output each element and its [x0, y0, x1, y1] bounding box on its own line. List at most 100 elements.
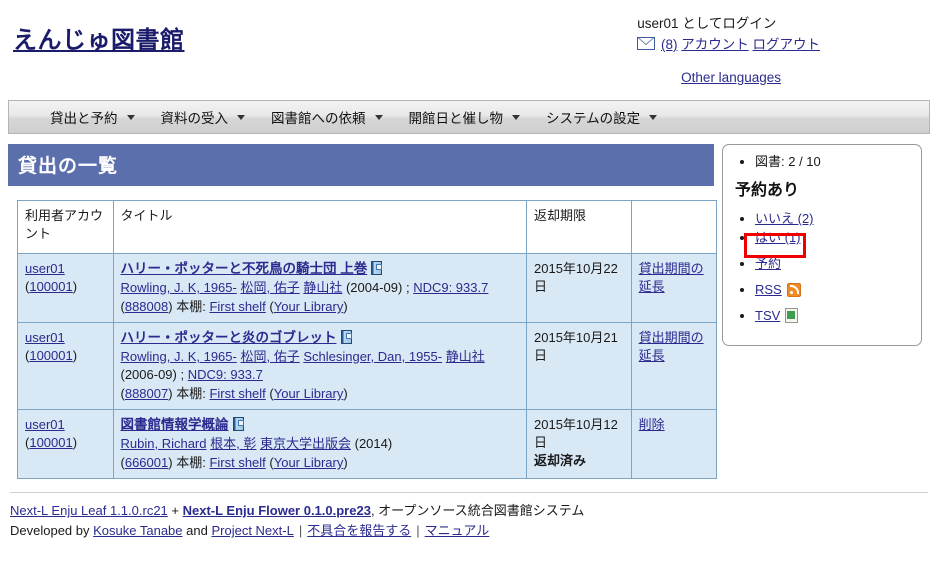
column-header-account: 利用者アカウント — [17, 200, 114, 254]
user-id-link[interactable]: 100001 — [29, 435, 72, 450]
sidebar-item-reservations[interactable]: 予約 — [755, 255, 911, 272]
user-id-link[interactable]: 100001 — [29, 279, 72, 294]
item-location: (888007) 本棚: First shelf (Your Library) — [120, 386, 348, 401]
filter-link-yes[interactable]: はい (1) — [755, 230, 801, 245]
library-link[interactable]: Your Library — [274, 386, 344, 401]
user-link[interactable]: user01 — [25, 417, 65, 432]
sidebar-filter-list: いいえ (2) はい (1) 予約 RSS TSV — [733, 210, 911, 324]
delete-link[interactable]: 削除 — [639, 417, 665, 432]
shelf-link[interactable]: First shelf — [209, 455, 265, 470]
main-navigation-bar: 貸出と予約 資料の受入 図書館への依頼 開館日と催し物 システムの設定 — [8, 100, 930, 134]
item-location: (888008) 本棚: First shelf (Your Library) — [120, 299, 348, 314]
author-link[interactable]: Rowling, J. K, 1965- — [121, 280, 237, 295]
user-id-wrapper: (100001) — [25, 279, 78, 294]
book-icon — [232, 417, 244, 431]
table-header-row: 利用者アカウント タイトル 返却期限 — [17, 200, 718, 254]
due-date-value: 2015年10月22日 — [534, 261, 618, 294]
author-link[interactable]: Rowling, J. K, 1965- — [121, 349, 237, 364]
publisher-link[interactable]: 静山社 — [446, 349, 485, 364]
item-title-link[interactable]: 図書館情報学概論 — [121, 417, 229, 432]
cell-account: user01 (100001) — [17, 322, 114, 410]
filter-link-no[interactable]: いいえ (2) — [755, 211, 814, 226]
sidebar-item-tsv[interactable]: TSV — [755, 307, 911, 324]
chevron-down-icon — [126, 114, 135, 120]
shelf-link[interactable]: First shelf — [209, 299, 265, 314]
logged-in-status: user01 としてログイン — [637, 16, 777, 31]
cell-account: user01 (100001) — [17, 253, 114, 323]
nav-item-acquisitions[interactable]: 資料の受入 — [148, 101, 259, 133]
due-date-value: 2015年10月21日 — [534, 330, 618, 363]
nav-item-system-settings[interactable]: システムの設定 — [533, 101, 670, 133]
column-header-due-date: 返却期限 — [526, 200, 632, 254]
author-link[interactable]: Schlesinger, Dan, 1955- — [303, 349, 442, 364]
other-languages-link[interactable]: Other languages — [681, 70, 781, 85]
user-link[interactable]: user01 — [25, 261, 65, 276]
item-title-link[interactable]: ハリー・ポッターと不死鳥の騎士団 上巻 — [121, 261, 368, 276]
item-id-link[interactable]: 888007 — [125, 386, 168, 401]
nav-item-loans[interactable]: 貸出と予約 — [37, 101, 148, 133]
and-label: and — [186, 523, 208, 538]
cell-due-date: 2015年10月12日 返却済み — [526, 409, 632, 479]
loans-table: 利用者アカウント タイトル 返却期限 user01 (100001) ハリー・ポ… — [17, 200, 718, 479]
item-id-link[interactable]: 666001 — [125, 455, 168, 470]
cell-title: ハリー・ポッターと不死鳥の騎士団 上巻 Rowling, J. K, 1965-… — [112, 253, 527, 323]
author-link[interactable]: Rubin, Richard — [121, 436, 207, 451]
developer-link[interactable]: Kosuke Tanabe — [93, 523, 182, 538]
author-link[interactable]: 松岡, 佑子 — [240, 280, 299, 295]
site-title-link[interactable]: えんじゅ図書館 — [13, 20, 185, 55]
extend-loan-link[interactable]: 貸出期間の延長 — [639, 330, 704, 363]
tsv-link[interactable]: TSV — [755, 308, 780, 323]
page-footer: Next-L Enju Leaf 1.1.0.rc21 + Next-L Enj… — [10, 492, 928, 541]
table-row: user01 (100001) 図書館情報学概論 Rubin, Richard … — [17, 409, 718, 479]
user-link[interactable]: user01 — [25, 330, 65, 345]
nav-item-library-requests[interactable]: 図書館への依頼 — [258, 101, 396, 133]
classification-link[interactable]: NDC9: 933.7 — [413, 280, 488, 295]
manual-link[interactable]: マニュアル — [425, 523, 490, 538]
column-header-actions — [630, 200, 718, 254]
classification-link[interactable]: NDC9: 933.7 — [188, 367, 263, 382]
author-link[interactable]: 根本, 彰 — [210, 436, 256, 451]
nav-item-label: システムの設定 — [546, 111, 641, 126]
book-count-item: 図書: 2 / 10 — [755, 153, 911, 170]
report-bug-link[interactable]: 不具合を報告する — [307, 523, 411, 538]
rss-icon[interactable] — [786, 283, 801, 297]
library-link[interactable]: Your Library — [274, 299, 344, 314]
item-metadata: Rubin, Richard 根本, 彰 東京大学出版会 (2014) — [121, 435, 522, 453]
publication-date: (2006-09) — [120, 367, 177, 382]
nav-item-opening-days-events[interactable]: 開館日と催し物 — [396, 101, 534, 133]
extend-loan-link[interactable]: 貸出期間の延長 — [639, 261, 704, 294]
cell-due-date: 2015年10月21日 — [526, 322, 632, 410]
item-id-link[interactable]: 888008 — [125, 299, 168, 314]
spreadsheet-icon[interactable] — [785, 308, 799, 323]
reservations-link[interactable]: 予約 — [755, 256, 781, 271]
enju-leaf-link[interactable]: Next-L Enju Leaf 1.1.0.rc21 — [10, 503, 168, 518]
sidebar-item-reserved-no[interactable]: いいえ (2) — [755, 210, 911, 227]
footer-line-2: Developed by Kosuke Tanabe and Project N… — [10, 521, 928, 541]
sidebar-item-rss[interactable]: RSS — [755, 281, 911, 298]
publisher-link[interactable]: 静山社 — [303, 280, 342, 295]
rss-link[interactable]: RSS — [755, 282, 782, 297]
user-info-box: user01 としてログイン (8) アカウント ログアウト — [637, 14, 820, 55]
library-link[interactable]: Your Library — [274, 455, 344, 470]
shelf-link[interactable]: First shelf — [209, 386, 265, 401]
shelf-label: 本棚: — [176, 299, 206, 314]
sidebar-item-reserved-yes[interactable]: はい (1) — [755, 229, 911, 246]
publisher-link[interactable]: 東京大学出版会 — [260, 436, 351, 451]
project-link[interactable]: Project Next-L — [211, 523, 293, 538]
sidebar-panel: 図書: 2 / 10 予約あり いいえ (2) はい (1) 予約 RSS TS… — [722, 144, 922, 346]
sidebar-count-list: 図書: 2 / 10 — [733, 153, 911, 170]
page-title: 貸出の一覧 — [8, 144, 714, 186]
enju-flower-link[interactable]: Next-L Enju Flower 0.1.0.pre23 — [183, 503, 371, 518]
message-count-link[interactable]: (8) — [661, 37, 678, 52]
envelope-icon[interactable] — [637, 37, 656, 50]
user-id-link[interactable]: 100001 — [29, 348, 72, 363]
author-link[interactable]: 松岡, 佑子 — [240, 349, 299, 364]
logout-link[interactable]: ログアウト — [753, 37, 821, 52]
cell-account: user01 (100001) — [17, 409, 114, 479]
item-title-link[interactable]: ハリー・ポッターと炎のゴブレット — [121, 330, 337, 345]
chevron-down-icon — [374, 114, 383, 120]
developed-by-label: Developed by — [10, 523, 90, 538]
nav-item-label: 図書館への依頼 — [271, 111, 366, 126]
user-id-wrapper: (100001) — [25, 348, 78, 363]
account-link[interactable]: アカウント — [681, 37, 749, 52]
